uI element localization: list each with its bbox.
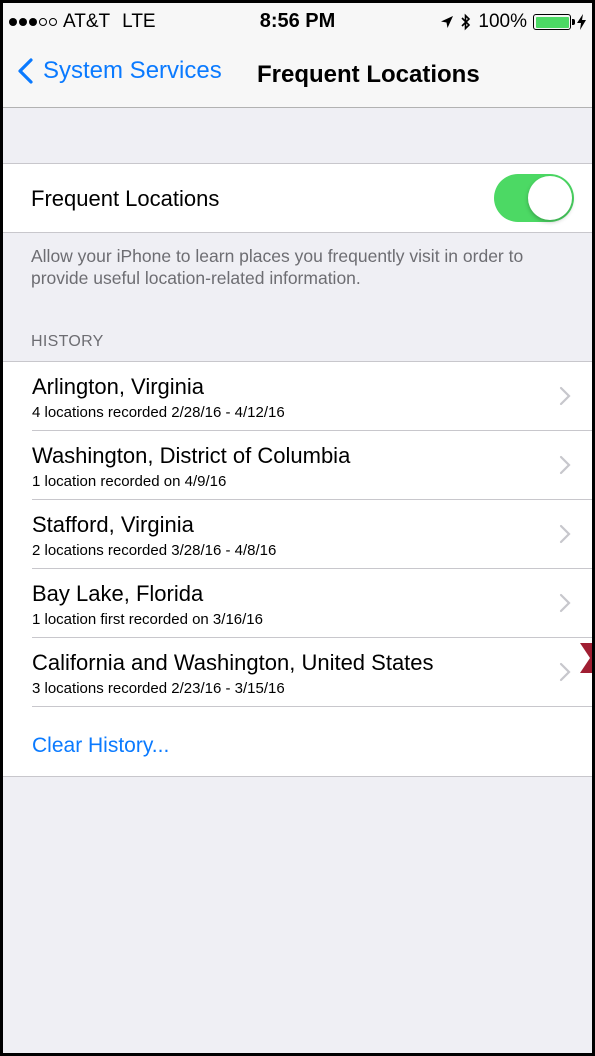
location-subtitle: 4 locations recorded 2/28/16 - 4/12/16 [32,404,285,421]
section-header-history: HISTORY [31,333,104,350]
status-bar: AT&T LTE 8:56 PM 100% [3,3,592,41]
chevron-right-icon [559,593,571,613]
location-title: Stafford, Virginia [32,512,194,537]
location-title: Bay Lake, Florida [32,581,204,606]
location-title: California and Washington, United States [32,650,434,675]
location-subtitle: 3 locations recorded 2/23/16 - 3/15/16 [32,680,285,697]
location-arrow-icon [441,16,454,28]
battery-icon [533,14,575,30]
location-subtitle: 1 location recorded on 4/9/16 [32,473,227,490]
charging-bolt-icon [577,14,586,30]
location-title: Arlington, Virginia [32,374,205,399]
chevron-left-icon [18,58,33,84]
bluetooth-icon [461,13,471,31]
location-title: Washington, District of Columbia [32,443,351,468]
frequent-locations-toggle[interactable] [494,174,574,222]
setting-label: Frequent Locations [31,186,220,211]
status-right: 100% [440,11,586,33]
list-item[interactable]: California and Washington, United States… [3,638,592,707]
chevron-right-icon [559,386,571,406]
corner-marker-bottom [580,655,592,673]
location-subtitle: 1 location first recorded on 3/16/16 [32,611,263,628]
back-button-label: System Services [43,57,222,84]
list-item[interactable]: Stafford, Virginia 2 locations recorded … [3,500,592,569]
battery-percent: 100% [478,11,527,32]
list-item[interactable]: Bay Lake, Florida 1 location first recor… [3,569,592,638]
chevron-right-icon [559,662,571,682]
chevron-right-icon [559,524,571,544]
list-item[interactable]: Arlington, Virginia 4 locations recorded… [3,362,592,431]
frequent-locations-cell: Frequent Locations [3,163,592,233]
back-button[interactable]: System Services [17,57,222,85]
phone-screen: AT&T LTE 8:56 PM 100% System Services Fr… [0,0,595,1056]
history-list: Arlington, Virginia 4 locations recorded… [3,361,592,777]
clear-history-button[interactable]: Clear History... [32,734,169,758]
list-item[interactable]: Washington, District of Columbia 1 locat… [3,431,592,500]
chevron-right-icon [559,455,571,475]
toggle-knob [528,176,572,220]
navigation-bar: System Services Frequent Locations [3,41,592,108]
location-subtitle: 2 locations recorded 3/28/16 - 4/8/16 [32,542,277,559]
page-title: Frequent Locations [257,61,480,88]
setting-description: Allow your iPhone to learn places you fr… [31,246,524,288]
row-separator [32,706,592,707]
